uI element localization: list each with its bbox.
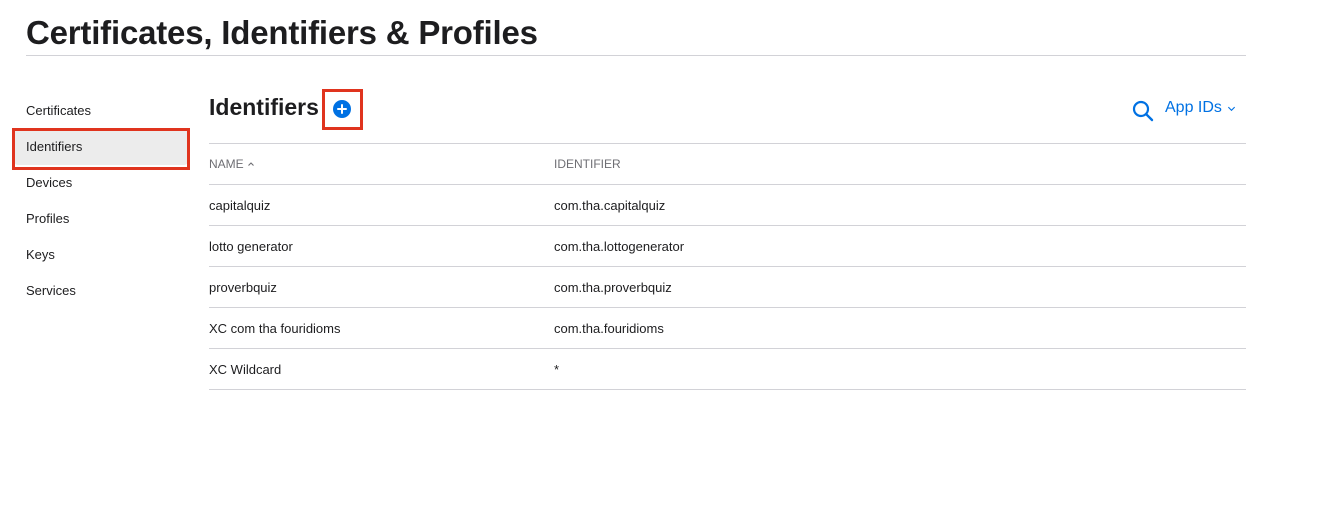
app-ids-filter-dropdown[interactable]: App IDs	[1165, 99, 1236, 117]
plus-circle-icon	[337, 104, 347, 114]
page-title: Certificates, Identifiers & Profiles	[26, 14, 538, 51]
sidebar-item-label: Identifiers	[26, 139, 83, 154]
identifier-name: lotto generator	[209, 238, 293, 254]
sidebar-item-devices[interactable]: Devices	[14, 165, 188, 201]
identifier-name: proverbquiz	[209, 279, 277, 295]
table-row[interactable]: capitalquiz com.tha.capitalquiz	[209, 184, 1246, 225]
column-header-identifier[interactable]: IDENTIFIER	[554, 157, 1246, 171]
column-header-name[interactable]: NAME	[209, 157, 554, 171]
title-divider	[26, 55, 1246, 56]
table-row[interactable]: lotto generator com.tha.lottogenerator	[209, 225, 1246, 266]
section-title: Identifiers	[209, 94, 319, 120]
filter-label: App IDs	[1165, 99, 1222, 116]
identifier-name: XC Wildcard	[209, 361, 282, 377]
sidebar-item-services[interactable]: Services	[14, 273, 188, 309]
table-row[interactable]: XC com tha fouridioms com.tha.fouridioms	[209, 307, 1246, 348]
sidebar-item-certificates[interactable]: Certificates	[14, 93, 188, 129]
sidebar-item-keys[interactable]: Keys	[14, 237, 188, 273]
sidebar-item-label: Keys	[26, 247, 55, 262]
identifier-name: XC com tha fouridioms	[209, 320, 341, 336]
search-icon[interactable]	[1131, 99, 1155, 123]
identifier-value: com.tha.lottogenerator	[554, 238, 685, 254]
sidebar-item-label: Services	[26, 283, 76, 298]
sidebar-item-identifiers[interactable]: Identifiers	[14, 129, 188, 165]
identifier-name: capitalquiz	[209, 197, 271, 213]
identifier-value: com.tha.capitalquiz	[554, 197, 666, 213]
chevron-down-icon	[1227, 106, 1235, 111]
sidebar-item-label: Certificates	[26, 103, 92, 118]
table-row[interactable]: proverbquiz com.tha.proverbquiz	[209, 266, 1246, 307]
table-header-row: NAME IDENTIFIER	[209, 143, 1246, 184]
identifier-value: *	[554, 361, 560, 377]
sidebar-item-label: Profiles	[26, 211, 70, 226]
sort-ascending-icon	[247, 162, 254, 166]
add-identifier-button[interactable]	[333, 100, 351, 118]
sidebar-item-profiles[interactable]: Profiles	[14, 201, 188, 237]
sidebar-item-label: Devices	[26, 175, 73, 190]
table-row[interactable]: XC Wildcard *	[209, 348, 1246, 390]
identifier-value: com.tha.proverbquiz	[554, 279, 672, 295]
identifier-value: com.tha.fouridioms	[554, 320, 664, 336]
identifiers-table: NAME IDENTIFIER capitalquiz com.tha.capi…	[209, 143, 1246, 390]
sidebar: Certificates Identifiers Devices Profile…	[14, 93, 188, 309]
